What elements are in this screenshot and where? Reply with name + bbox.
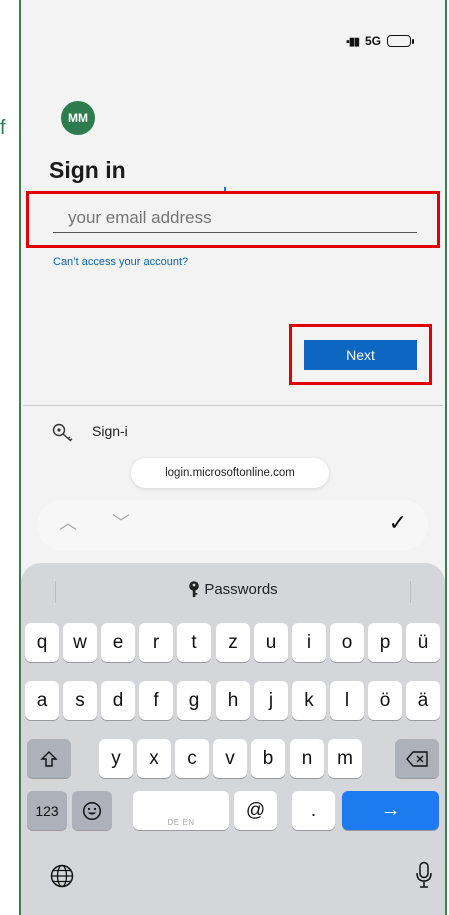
key-f[interactable]: f [139,681,173,720]
key-t[interactable]: t [177,623,211,662]
backspace-key[interactable] [395,739,439,778]
next-field-icon[interactable]: ﹀ [112,512,130,534]
key-s[interactable]: s [63,681,97,720]
passwords-button[interactable]: Passwords [21,581,445,598]
emoji-key[interactable] [72,791,112,830]
key-ü[interactable]: ü [406,623,440,662]
key-c[interactable]: c [175,739,209,778]
key-ö[interactable]: ö [368,681,402,720]
battery-icon [387,35,414,47]
key-r[interactable]: r [139,623,173,662]
url-pill: login.microsoftonline.com [131,458,329,488]
key-i[interactable]: i [292,623,326,662]
network-label: 5G [364,34,381,48]
globe-icon[interactable] [49,863,75,889]
keyboard-accessory-bar: ︿ ﹀ ✓ [37,500,428,550]
key-p[interactable]: p [368,623,402,662]
key-g[interactable]: g [177,681,211,720]
key-y[interactable]: y [99,739,133,778]
margin-letter: f [0,117,6,139]
space-language-label: DE EN [167,818,195,827]
page-title: Sign in [49,157,126,183]
shift-icon [40,750,58,767]
key-m[interactable]: m [328,739,362,778]
phone-screen: ▪▮▮ 5G MM Sign in Can’t access your acco… [21,0,445,915]
cant-access-link[interactable]: Can’t access your account? [53,256,188,268]
key-k[interactable]: k [292,681,326,720]
previous-field-icon[interactable]: ︿ [59,512,77,534]
key-icon [189,581,200,597]
passwords-bar: Passwords [21,577,445,609]
key-w[interactable]: w [63,623,97,662]
key-h[interactable]: h [216,681,250,720]
backspace-icon [406,750,428,767]
key-ä[interactable]: ä [406,681,440,720]
key-d[interactable]: d [101,681,135,720]
space-key[interactable]: DE EN [133,791,229,830]
numbers-key[interactable]: 123 [27,791,67,830]
key-b[interactable]: b [251,739,285,778]
frame-right-border [445,0,447,915]
key-n[interactable]: n [290,739,324,778]
status-bar: ▪▮▮ 5G [345,34,414,48]
sign-in-options-label: Sign-i [92,423,128,439]
key-j[interactable]: j [254,681,288,720]
microphone-icon[interactable] [415,861,433,889]
dot-key[interactable]: . [292,791,335,830]
next-button[interactable]: Next [304,340,417,370]
key-a[interactable]: a [25,681,59,720]
sign-in-options-bar[interactable]: Sign-i [23,405,443,461]
screenshot: f ▪▮▮ 5G MM Sign in Can’t access your ac… [0,0,449,915]
key-search-icon [52,423,73,442]
key-z[interactable]: z [216,623,250,662]
key-x[interactable]: x [137,739,171,778]
passwords-label: Passwords [204,581,278,598]
keyboard: Passwords qwertzuiopü asdfghjklöä yxcvbn… [21,563,445,915]
done-checkmark-button[interactable]: ✓ [389,511,407,535]
key-u[interactable]: u [254,623,288,662]
at-key[interactable]: @ [234,791,277,830]
key-e[interactable]: e [101,623,135,662]
key-l[interactable]: l [330,681,364,720]
key-v[interactable]: v [213,739,247,778]
go-key[interactable]: → [342,791,439,830]
shift-key[interactable] [27,739,71,778]
email-field[interactable] [53,203,417,233]
avatar: MM [61,101,95,135]
emoji-icon [82,801,102,820]
key-q[interactable]: q [25,623,59,662]
key-o[interactable]: o [330,623,364,662]
signal-bars-icon: ▪▮▮ [345,35,360,48]
